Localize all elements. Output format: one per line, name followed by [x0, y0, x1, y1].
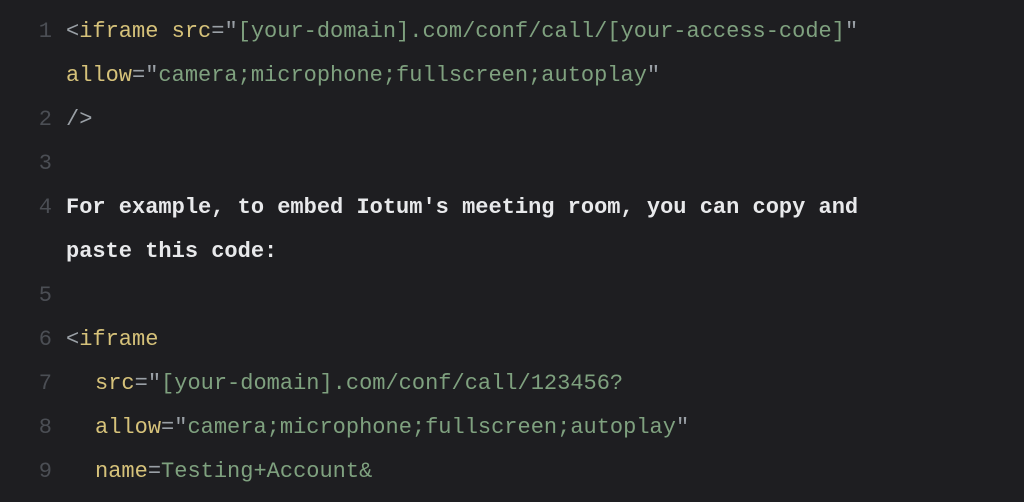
- attr-name: src: [172, 19, 212, 44]
- attr-name: allow: [95, 415, 161, 440]
- code-editor[interactable]: 1 <iframe src="[your-domain].com/conf/ca…: [0, 0, 1024, 502]
- line-number: 7: [0, 362, 66, 406]
- string-value: camera;microphone;fullscreen;autoplay: [158, 63, 646, 88]
- code-line: 4 For example, to embed Iotum's meeting …: [0, 186, 1024, 230]
- attr-name: name: [95, 459, 148, 484]
- code-line: 5: [0, 274, 1024, 318]
- quote: ": [647, 63, 660, 88]
- plain-text: For example, to embed Iotum's meeting ro…: [66, 195, 871, 220]
- code-content: [66, 274, 1024, 318]
- line-number: 2: [0, 98, 66, 142]
- code-line: 7 src="[your-domain].com/conf/call/12345…: [0, 362, 1024, 406]
- code-line: 10 skip_join=true": [0, 494, 1024, 502]
- tag-open-delim: <: [66, 327, 79, 352]
- tag-slash: /: [66, 107, 79, 132]
- tag-open-delim: <: [66, 19, 79, 44]
- quote: ": [224, 19, 237, 44]
- code-line: 6 <iframe: [0, 318, 1024, 362]
- code-content: <iframe src="[your-domain].com/conf/call…: [66, 10, 1024, 54]
- line-number: 4: [0, 186, 66, 230]
- string-value: Testing+Account&: [161, 459, 372, 484]
- quote: ": [676, 415, 689, 440]
- line-number: 10: [0, 494, 66, 502]
- code-content: allow="camera;microphone;fullscreen;auto…: [66, 406, 1024, 450]
- code-content: <iframe: [66, 318, 1024, 362]
- equals: =: [148, 459, 161, 484]
- equals: =: [211, 19, 224, 44]
- equals: =: [135, 371, 148, 396]
- tag-name: iframe: [79, 19, 158, 44]
- string-value: [your-domain].com/conf/call/123456?: [161, 371, 623, 396]
- attr-name: src: [95, 371, 135, 396]
- code-content: />: [66, 98, 1024, 142]
- code-content: allow="camera;microphone;fullscreen;auto…: [66, 54, 1024, 98]
- code-content: src="[your-domain].com/conf/call/123456?: [66, 362, 1024, 406]
- attr-name: allow: [66, 63, 132, 88]
- line-number: 1: [0, 10, 66, 54]
- code-line: 3: [0, 142, 1024, 186]
- code-line-wrap: paste this code:: [0, 230, 1024, 274]
- code-content: [66, 142, 1024, 186]
- code-line: 2 />: [0, 98, 1024, 142]
- equals: =: [161, 415, 174, 440]
- quote: ": [148, 371, 161, 396]
- plain-text: paste this code:: [66, 239, 277, 264]
- tag-name: iframe: [79, 327, 158, 352]
- code-line: 1 <iframe src="[your-domain].com/conf/ca…: [0, 10, 1024, 54]
- code-content: skip_join=true": [66, 494, 1024, 502]
- code-line: 9 name=Testing+Account&: [0, 450, 1024, 494]
- string-value: [your-domain].com/conf/call/[your-access…: [238, 19, 845, 44]
- code-content: For example, to embed Iotum's meeting ro…: [66, 186, 1024, 230]
- equals: =: [132, 63, 145, 88]
- line-number: 8: [0, 406, 66, 450]
- code-content: paste this code:: [66, 230, 1024, 274]
- string-value: camera;microphone;fullscreen;autoplay: [187, 415, 675, 440]
- line-number: 6: [0, 318, 66, 362]
- code-content: name=Testing+Account&: [66, 450, 1024, 494]
- line-number: 9: [0, 450, 66, 494]
- code-line: 8 allow="camera;microphone;fullscreen;au…: [0, 406, 1024, 450]
- line-number: 3: [0, 142, 66, 186]
- quote: ": [145, 63, 158, 88]
- line-number: 5: [0, 274, 66, 318]
- quote: ": [174, 415, 187, 440]
- tag-close-delim: >: [79, 107, 92, 132]
- quote: ": [845, 19, 858, 44]
- code-line-wrap: allow="camera;microphone;fullscreen;auto…: [0, 54, 1024, 98]
